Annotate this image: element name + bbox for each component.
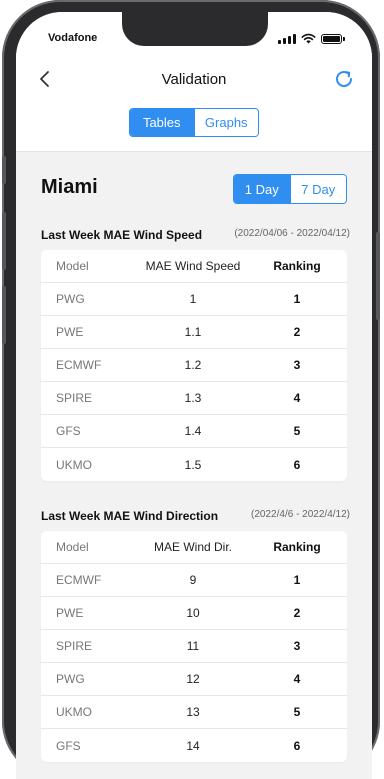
location-name: Miami — [41, 176, 98, 198]
value-cell: 1.4 — [184, 424, 202, 438]
value-cell: 1 — [189, 292, 197, 306]
column-header-ranking: Ranking — [273, 540, 321, 554]
page-title: Validation — [161, 71, 227, 88]
table-header: Model MAE Wind Speed Ranking — [41, 250, 347, 283]
battery-icon — [321, 34, 345, 44]
model-cell: PWE — [56, 606, 84, 620]
value-cell: 1.1 — [184, 325, 202, 339]
model-cell: GFS — [56, 738, 81, 753]
model-cell: UKMO — [56, 705, 92, 719]
rank-cell: 4 — [293, 672, 301, 686]
value-cell: 14 — [186, 738, 200, 753]
rank-cell: 4 — [293, 391, 301, 405]
value-cell: 13 — [186, 705, 200, 719]
wifi-icon — [301, 33, 316, 44]
model-cell: PWG — [56, 672, 85, 686]
value-cell: 12 — [186, 672, 200, 686]
column-header-model: Model — [56, 259, 89, 273]
screen: Vodafone Validation Tables Graphs Miami … — [16, 12, 372, 779]
value-cell: 11 — [186, 639, 200, 653]
model-cell: GFS — [56, 424, 81, 438]
value-cell: 10 — [186, 606, 200, 620]
volume-down-button — [2, 286, 6, 344]
wind-direction-title: Last Week MAE Wind Direction — [41, 509, 219, 523]
table-header: Model MAE Wind Dir. Ranking — [41, 531, 347, 564]
table-row: SPIRE 1.3 4 — [41, 382, 347, 415]
power-button — [376, 232, 380, 320]
column-header-value: MAE Wind Dir. — [153, 540, 232, 554]
tab-graphs[interactable]: Graphs — [193, 109, 258, 136]
rank-cell: 3 — [293, 639, 301, 653]
value-cell: 1.3 — [184, 391, 202, 405]
column-header-model: Model — [56, 540, 89, 554]
table-row: PWE 1.1 2 — [41, 316, 347, 349]
signal-icon — [278, 34, 296, 44]
table-row: SPIRE 11 3 — [41, 630, 347, 663]
rank-cell: 1 — [293, 573, 301, 587]
nav-bar: Validation — [16, 62, 372, 96]
wind-speed-date-range: (2022/04/06 - 2022/04/12) — [234, 228, 350, 239]
value-cell: 1.5 — [184, 457, 202, 472]
period-segmented-control: 1 Day 7 Day — [233, 174, 347, 204]
wind-speed-table: Model MAE Wind Speed Ranking PWG 1 1 PWE… — [41, 250, 347, 481]
column-header-value: MAE Wind Speed — [145, 259, 241, 273]
rank-cell: 5 — [293, 424, 301, 438]
wind-speed-title: Last Week MAE Wind Speed — [41, 228, 203, 242]
tab-7-day[interactable]: 7 Day — [289, 175, 346, 203]
volume-up-button — [2, 212, 6, 270]
model-cell: ECMWF — [56, 573, 102, 587]
status-icons — [278, 33, 345, 44]
view-segmented-control: Tables Graphs — [129, 108, 259, 137]
table-row: UKMO 1.5 6 — [41, 448, 347, 481]
rank-cell: 6 — [293, 457, 301, 472]
wind-direction-table: Model MAE Wind Dir. Ranking ECMWF 9 1 PW… — [41, 531, 347, 762]
view-tabs-bar: Tables Graphs — [16, 96, 372, 152]
tab-tables[interactable]: Tables — [130, 109, 194, 136]
rank-cell: 6 — [293, 738, 301, 753]
table-row: ECMWF 1.2 3 — [41, 349, 347, 382]
table-row: GFS 1.4 5 — [41, 415, 347, 448]
phone-frame: Vodafone Validation Tables Graphs Miami … — [2, 0, 380, 779]
model-cell: SPIRE — [56, 391, 93, 405]
table-row: PWG 12 4 — [41, 663, 347, 696]
table-row: GFS 14 6 — [41, 729, 347, 762]
mute-switch — [2, 156, 6, 184]
table-row: UKMO 13 5 — [41, 696, 347, 729]
tab-1-day[interactable]: 1 Day — [234, 175, 290, 203]
table-row: PWG 1 1 — [41, 283, 347, 316]
rank-cell: 5 — [293, 705, 301, 719]
column-header-ranking: Ranking — [273, 259, 321, 273]
model-cell: UKMO — [56, 457, 92, 472]
model-cell: PWG — [56, 292, 85, 306]
wind-direction-date-range: (2022/4/6 - 2022/4/12) — [251, 509, 350, 520]
notch — [122, 12, 268, 46]
carrier-label: Vodafone — [48, 32, 98, 44]
rank-cell: 1 — [293, 292, 301, 306]
model-cell: PWE — [56, 325, 84, 339]
model-cell: SPIRE — [56, 639, 93, 653]
value-cell: 9 — [189, 573, 197, 587]
model-cell: ECMWF — [56, 358, 102, 372]
table-row: ECMWF 9 1 — [41, 564, 347, 597]
rank-cell: 3 — [293, 358, 301, 372]
rank-cell: 2 — [293, 325, 301, 339]
refresh-icon[interactable] — [332, 67, 356, 91]
value-cell: 1.2 — [184, 358, 202, 372]
table-row: PWE 10 2 — [41, 597, 347, 630]
rank-cell: 2 — [293, 606, 301, 620]
